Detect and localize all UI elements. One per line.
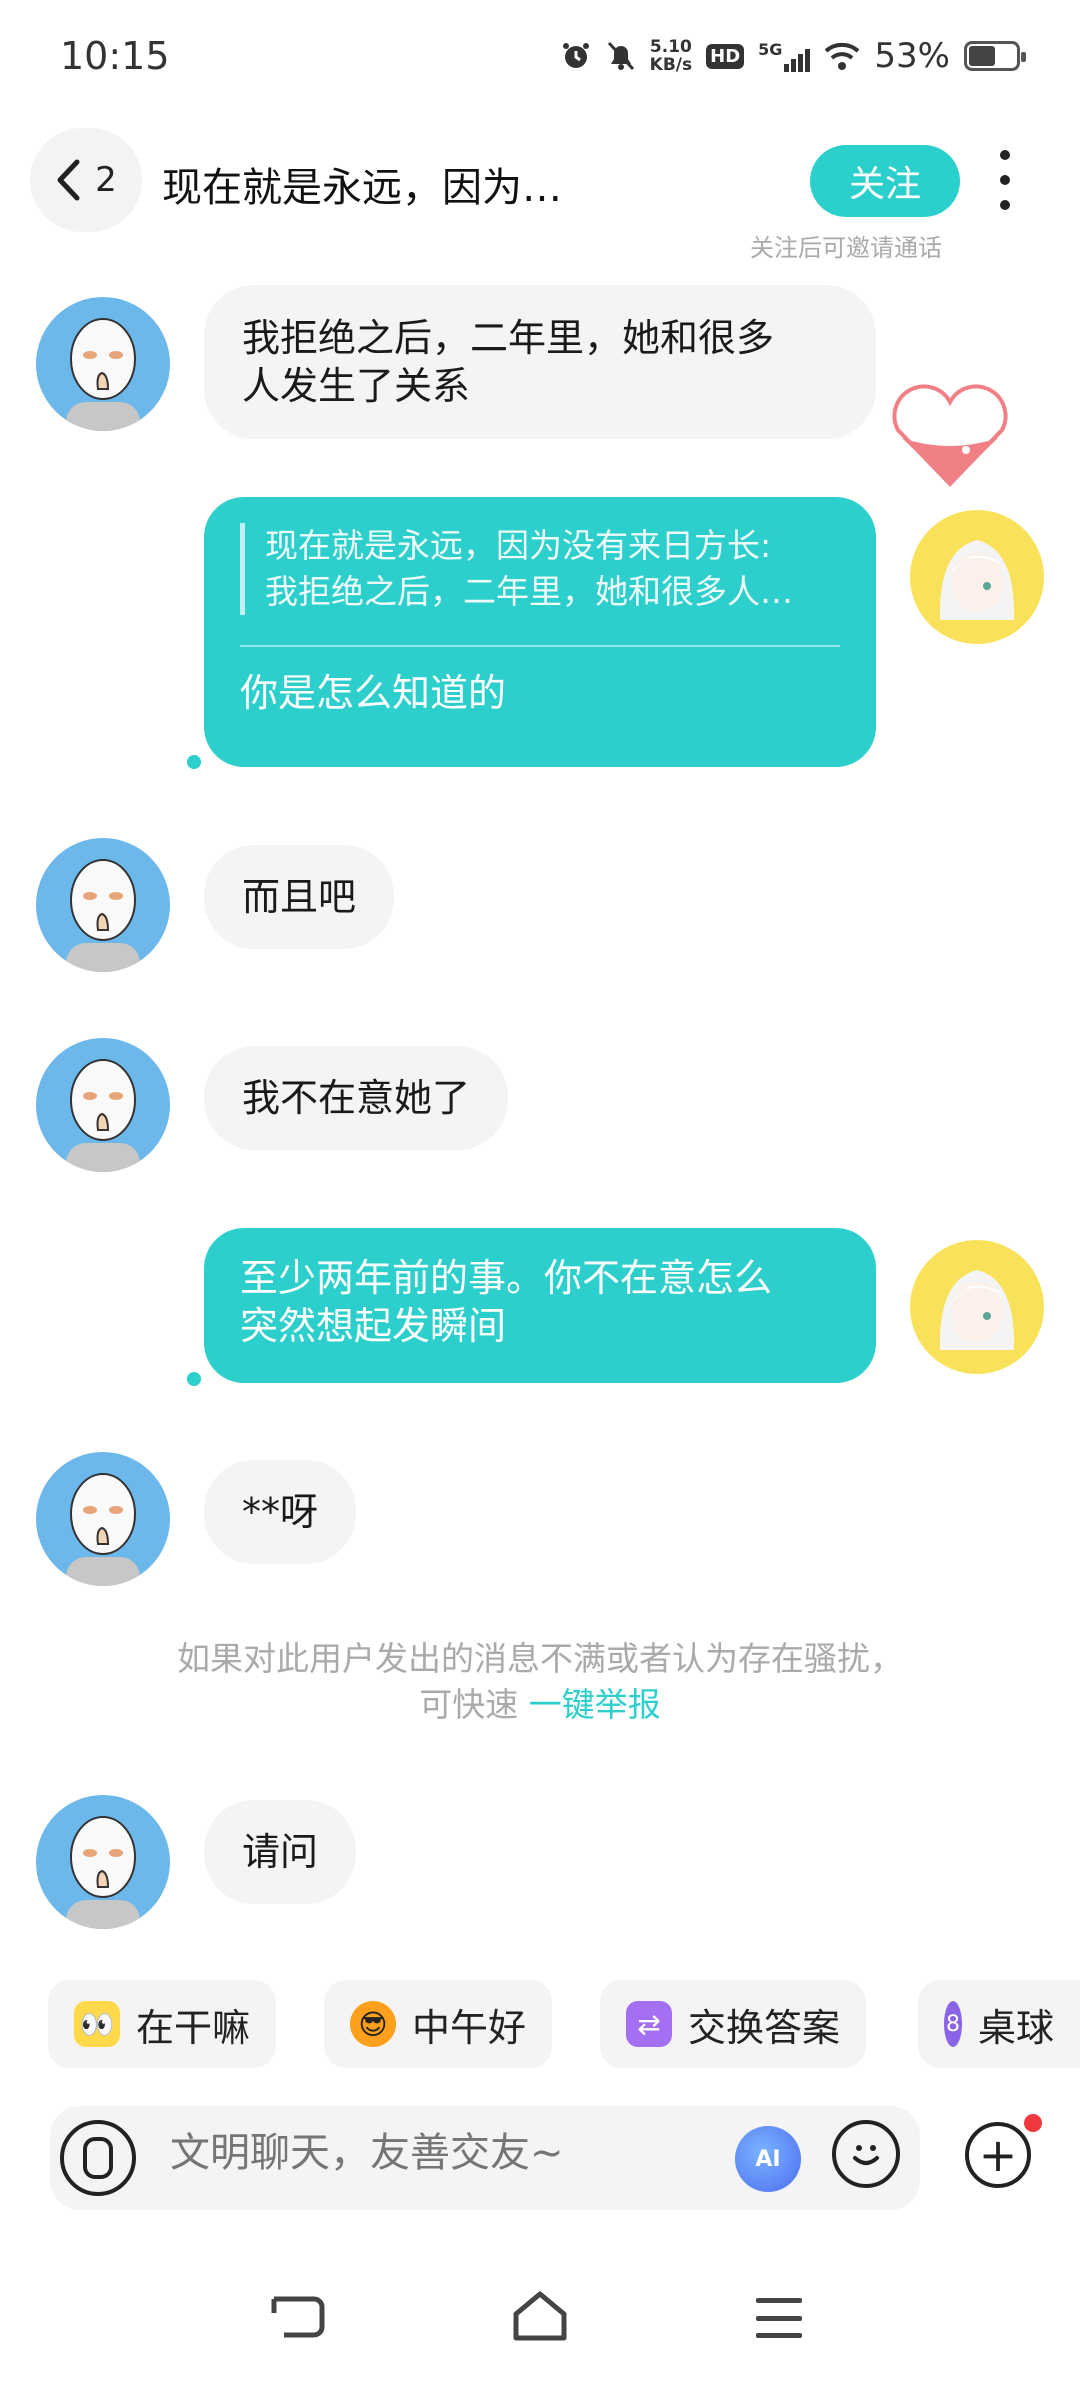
notification-dot xyxy=(1024,2114,1042,2132)
mask-avatar-icon xyxy=(66,859,140,972)
more-options-icon[interactable] xyxy=(995,150,1015,210)
message-bubble-incoming[interactable]: **呀 xyxy=(204,1460,357,1564)
avatar[interactable] xyxy=(36,297,170,431)
battery-icon xyxy=(964,41,1026,71)
anime-girl-avatar-icon xyxy=(939,1270,1015,1350)
ai-assistant-icon[interactable]: AI xyxy=(735,2126,801,2192)
billiard-ball-icon: 8 xyxy=(944,2001,962,2047)
voice-input-icon[interactable] xyxy=(60,2120,136,2196)
chat-title: 现在就是永远，因为… xyxy=(162,165,562,211)
message-input[interactable] xyxy=(170,2130,690,2176)
peeking-emoji-icon: 👀 xyxy=(74,2001,120,2047)
message-bubble-incoming[interactable]: 请问 xyxy=(204,1800,357,1904)
cellular-signal-icon: 5G xyxy=(758,40,811,72)
avatar[interactable] xyxy=(36,1038,170,1172)
mute-bell-icon xyxy=(607,41,634,71)
unread-count: 2 xyxy=(95,160,117,200)
message-bubble-incoming[interactable]: 而且吧 xyxy=(204,845,395,949)
read-indicator-dot xyxy=(187,1372,201,1386)
quoted-message[interactable]: 现在就是永远，因为没有来日方长: 我拒绝之后，二年里，她和很多人… xyxy=(240,523,840,615)
message-bubble-outgoing[interactable]: 至少两年前的事。你不在意怎么 突然想起发瞬间 xyxy=(204,1228,876,1383)
hd-badge: HD xyxy=(706,43,745,69)
message-bubble-outgoing[interactable]: 现在就是永远，因为没有来日方长: 我拒绝之后，二年里，她和很多人… 你是怎么知道… xyxy=(204,497,876,767)
avatar[interactable] xyxy=(36,838,170,972)
follow-button[interactable]: 关注 xyxy=(810,145,960,217)
status-icons: 5.10 KB/s HD 5G 53% xyxy=(560,36,1026,76)
sun-sunglasses-icon: 😎 xyxy=(350,2001,396,2047)
report-notice: 如果对此用户发出的消息不满或者认为存在骚扰， 可快速 一键举报 xyxy=(177,1639,903,1724)
message-text: 你是怎么知道的 xyxy=(240,671,507,715)
wifi-icon xyxy=(825,42,860,70)
mask-avatar-icon xyxy=(66,1473,140,1586)
chevron-left-icon xyxy=(57,159,80,201)
alarm-icon xyxy=(562,43,589,68)
plus-icon[interactable]: + xyxy=(965,2122,1031,2188)
nav-back-icon[interactable] xyxy=(270,2295,326,2339)
mask-avatar-icon xyxy=(66,1816,140,1929)
status-time: 10:15 xyxy=(60,34,170,78)
quick-reply-chip[interactable]: 8 桌球 xyxy=(918,1980,1080,2068)
report-link[interactable]: 一键举报 xyxy=(529,1685,661,1724)
emoji-icon[interactable] xyxy=(832,2120,900,2188)
message-bubble-incoming[interactable]: 我拒绝之后，二年里，她和很多 人发生了关系 xyxy=(204,285,876,439)
quick-reply-chip[interactable]: 👀 在干嘛 xyxy=(48,1980,277,2068)
heart-icon[interactable] xyxy=(888,380,1012,490)
quick-reply-chip[interactable]: 😎 中午好 xyxy=(324,1980,553,2068)
avatar[interactable] xyxy=(36,1795,170,1929)
avatar[interactable] xyxy=(36,1452,170,1586)
swap-icon: ⇄ xyxy=(626,2001,672,2047)
read-indicator-dot xyxy=(187,755,201,769)
quote-divider xyxy=(240,645,840,647)
battery-percent: 53% xyxy=(874,36,950,76)
my-avatar[interactable] xyxy=(910,510,1044,644)
back-button[interactable]: 2 xyxy=(30,128,142,232)
quick-reply-chip[interactable]: ⇄ 交换答案 xyxy=(600,1980,867,2068)
anime-girl-avatar-icon xyxy=(939,540,1015,620)
message-bubble-incoming[interactable]: 我不在意她了 xyxy=(204,1046,509,1150)
nav-home-icon[interactable] xyxy=(510,2288,570,2344)
mask-avatar-icon xyxy=(66,1059,140,1172)
follow-tip: 关注后可邀请通话 xyxy=(750,234,942,262)
mask-avatar-icon xyxy=(66,318,140,431)
nav-menu-icon[interactable] xyxy=(756,2298,802,2338)
smiley-face-icon xyxy=(853,2145,879,2165)
my-avatar[interactable] xyxy=(910,1240,1044,1374)
network-speed: 5.10 KB/s xyxy=(649,37,693,75)
